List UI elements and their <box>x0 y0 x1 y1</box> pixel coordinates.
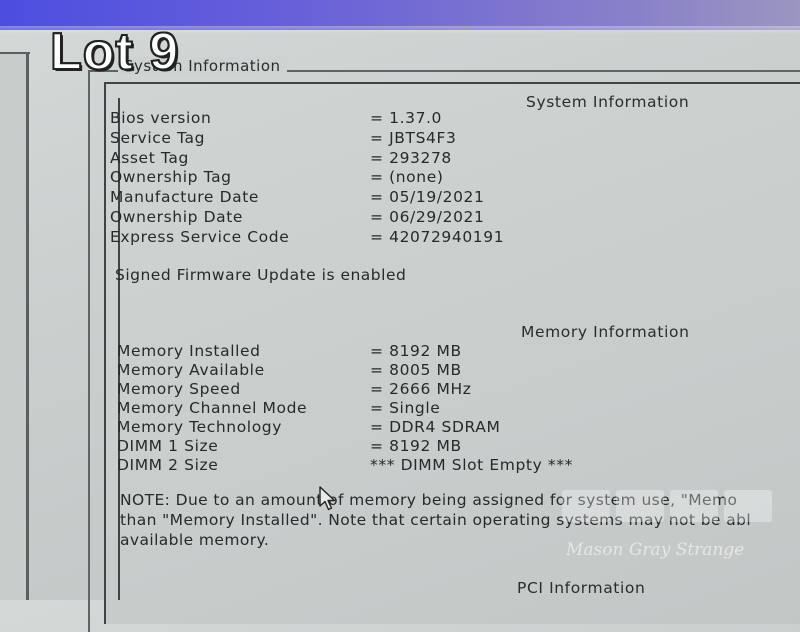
system-info-label: Bios version <box>110 109 212 127</box>
memory-info-label: Memory Available <box>117 361 265 379</box>
watermark-tile <box>562 490 610 522</box>
system-info-value: = 1.37.0 <box>370 109 443 127</box>
memory-info-value: = DDR4 SDRAM <box>370 418 501 436</box>
memory-info-value: = 8192 MB <box>370 342 462 360</box>
system-info-label: Service Tag <box>110 128 206 147</box>
memory-info-label: DIMM 1 Size <box>117 437 219 455</box>
memory-information-heading: Memory Information <box>521 323 690 341</box>
memory-info-label: DIMM 2 Size <box>117 456 219 474</box>
pci-information-heading: PCI Information <box>517 579 646 597</box>
watermark-tile <box>670 490 718 522</box>
memory-info-value: = 2666 MHz <box>370 380 472 398</box>
system-info-value: = 293278 <box>370 148 452 167</box>
system-info-label: Ownership Tag <box>110 168 232 187</box>
left-navigation-panel[interactable] <box>0 52 29 600</box>
watermark-tile <box>724 490 772 522</box>
left-panel-divider <box>0 52 30 54</box>
system-info-label: Ownership Date <box>110 208 244 226</box>
system-info-label: Asset Tag <box>110 148 189 167</box>
memory-info-label: Memory Technology <box>117 418 282 436</box>
system-info-value: = JBTS4F3 <box>370 128 457 147</box>
system-info-label: Express Service Code <box>110 227 290 246</box>
system-info-value: = 42072940191 <box>370 227 505 246</box>
system-info-value: = (none) <box>370 168 444 187</box>
memory-info-label: Memory Speed <box>117 380 241 398</box>
watermark-text: Mason Gray Strange <box>566 540 745 560</box>
memory-info-value: *** DIMM Slot Empty *** <box>370 456 573 474</box>
firmware-update-status: Signed Firmware Update is enabled <box>115 266 407 284</box>
memory-note-line: available memory. <box>120 531 270 549</box>
watermark-tile <box>616 490 664 522</box>
system-information-heading: System Information <box>526 93 690 111</box>
memory-info-value: = Single <box>370 399 441 417</box>
lot-number-overlay: Lot 9 <box>49 22 180 82</box>
system-info-value: = 06/29/2021 <box>370 208 485 226</box>
memory-info-label: Memory Installed <box>117 342 261 360</box>
system-info-value: = 05/19/2021 <box>370 188 485 207</box>
memory-info-label: Memory Channel Mode <box>117 399 308 417</box>
memory-info-value: = 8192 MB <box>370 437 462 455</box>
mouse-cursor-icon <box>319 486 336 511</box>
system-info-label: Manufacture Date <box>110 188 260 207</box>
memory-info-value: = 8005 MB <box>370 361 462 379</box>
